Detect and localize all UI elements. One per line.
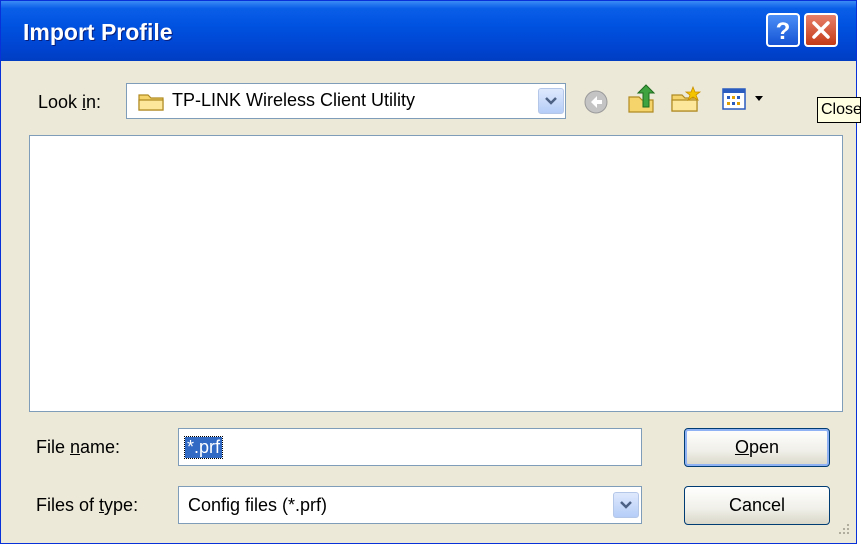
file-list[interactable] [29,135,843,412]
up-folder-icon[interactable] [625,83,657,115]
close-tooltip: Close [817,97,861,123]
folder-icon [138,94,164,111]
files-of-type-label: Files of type: [36,495,139,515]
files-of-type-dropdown-button[interactable] [613,492,639,518]
chevron-down-icon [620,501,632,509]
resize-grip-icon[interactable] [836,521,852,537]
close-button[interactable] [804,13,838,47]
look-in-dropdown-button[interactable] [538,88,564,114]
dialog-title: Import Profile [23,19,173,45]
file-name-input[interactable]: *.prf [178,428,642,466]
chevron-down-icon [545,97,557,105]
look-in-label: Look in: [38,92,102,112]
look-in-value: TP-LINK Wireless Client Utility [172,90,416,110]
file-name-label: File name: [36,437,121,457]
new-folder-icon[interactable] [669,85,701,115]
file-name-value: *.prf [183,436,224,459]
back-icon[interactable] [583,89,609,115]
close-icon [812,21,830,39]
look-in-combobox[interactable]: TP-LINK Wireless Client Utility [126,83,566,119]
views-menu-icon[interactable] [721,87,767,113]
title-bar[interactable]: Import Profile ? [1,1,856,61]
import-profile-dialog: Import Profile ? Look in: TP-LINK Wirele… [0,0,857,544]
help-button[interactable]: ? [766,13,800,47]
cancel-button[interactable]: Cancel [684,486,830,525]
open-button[interactable]: Open [684,428,830,467]
help-icon: ? [776,18,791,45]
files-of-type-value: Config files (*.prf) [188,495,328,515]
svg-text:?: ? [776,18,791,45]
files-of-type-select[interactable]: Config files (*.prf) [178,486,642,524]
